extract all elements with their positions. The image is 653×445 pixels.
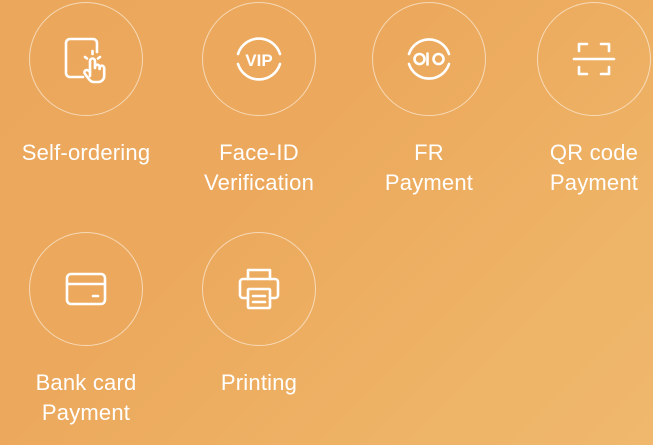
feature-label: Bank card Payment [6,368,166,428]
feature-label: Face-ID Verification [179,138,339,198]
feature-icon-circle [29,232,143,346]
feature-label: FR Payment [349,138,509,198]
feature-label: Printing [179,368,339,398]
feature-icon-circle [29,2,143,116]
feature-label-line: Payment [549,170,639,195]
printer-icon [238,268,280,310]
feature-icon-circle [202,232,316,346]
vip-text: VIP [245,51,272,70]
feature-label-line: FR [414,140,444,165]
feature-label-line: Payment [41,400,131,425]
feature-label-line: Payment [384,170,474,195]
feature-bank-card-payment[interactable]: Bank card Payment [6,232,166,428]
face-recognition-icon [407,38,451,80]
feature-qr-code-payment[interactable]: QR code Payment [514,2,653,198]
feature-icon-circle [372,2,486,116]
vip-face-icon: VIP [236,37,282,81]
feature-label-line: Bank card [35,370,137,395]
bank-card-icon [65,272,107,306]
feature-icon-circle [537,2,651,116]
feature-icon-circle: VIP [202,2,316,116]
feature-label-line: Face-ID [219,140,299,165]
feature-label-line: Printing [220,370,298,395]
feature-label-line: Self-ordering [21,140,151,165]
feature-label-line: Verification [203,170,314,195]
qr-scan-icon [572,42,616,76]
tablet-tap-icon [64,37,106,84]
feature-label-line: QR code [549,140,639,165]
feature-label: QR code Payment [514,138,653,198]
feature-face-id-verification[interactable]: VIP Face-ID Verification [179,2,339,198]
feature-label: Self-ordering [6,138,166,168]
feature-self-ordering[interactable]: Self-ordering [6,2,166,168]
feature-printing[interactable]: Printing [179,232,339,398]
feature-fr-payment[interactable]: FR Payment [349,2,509,198]
